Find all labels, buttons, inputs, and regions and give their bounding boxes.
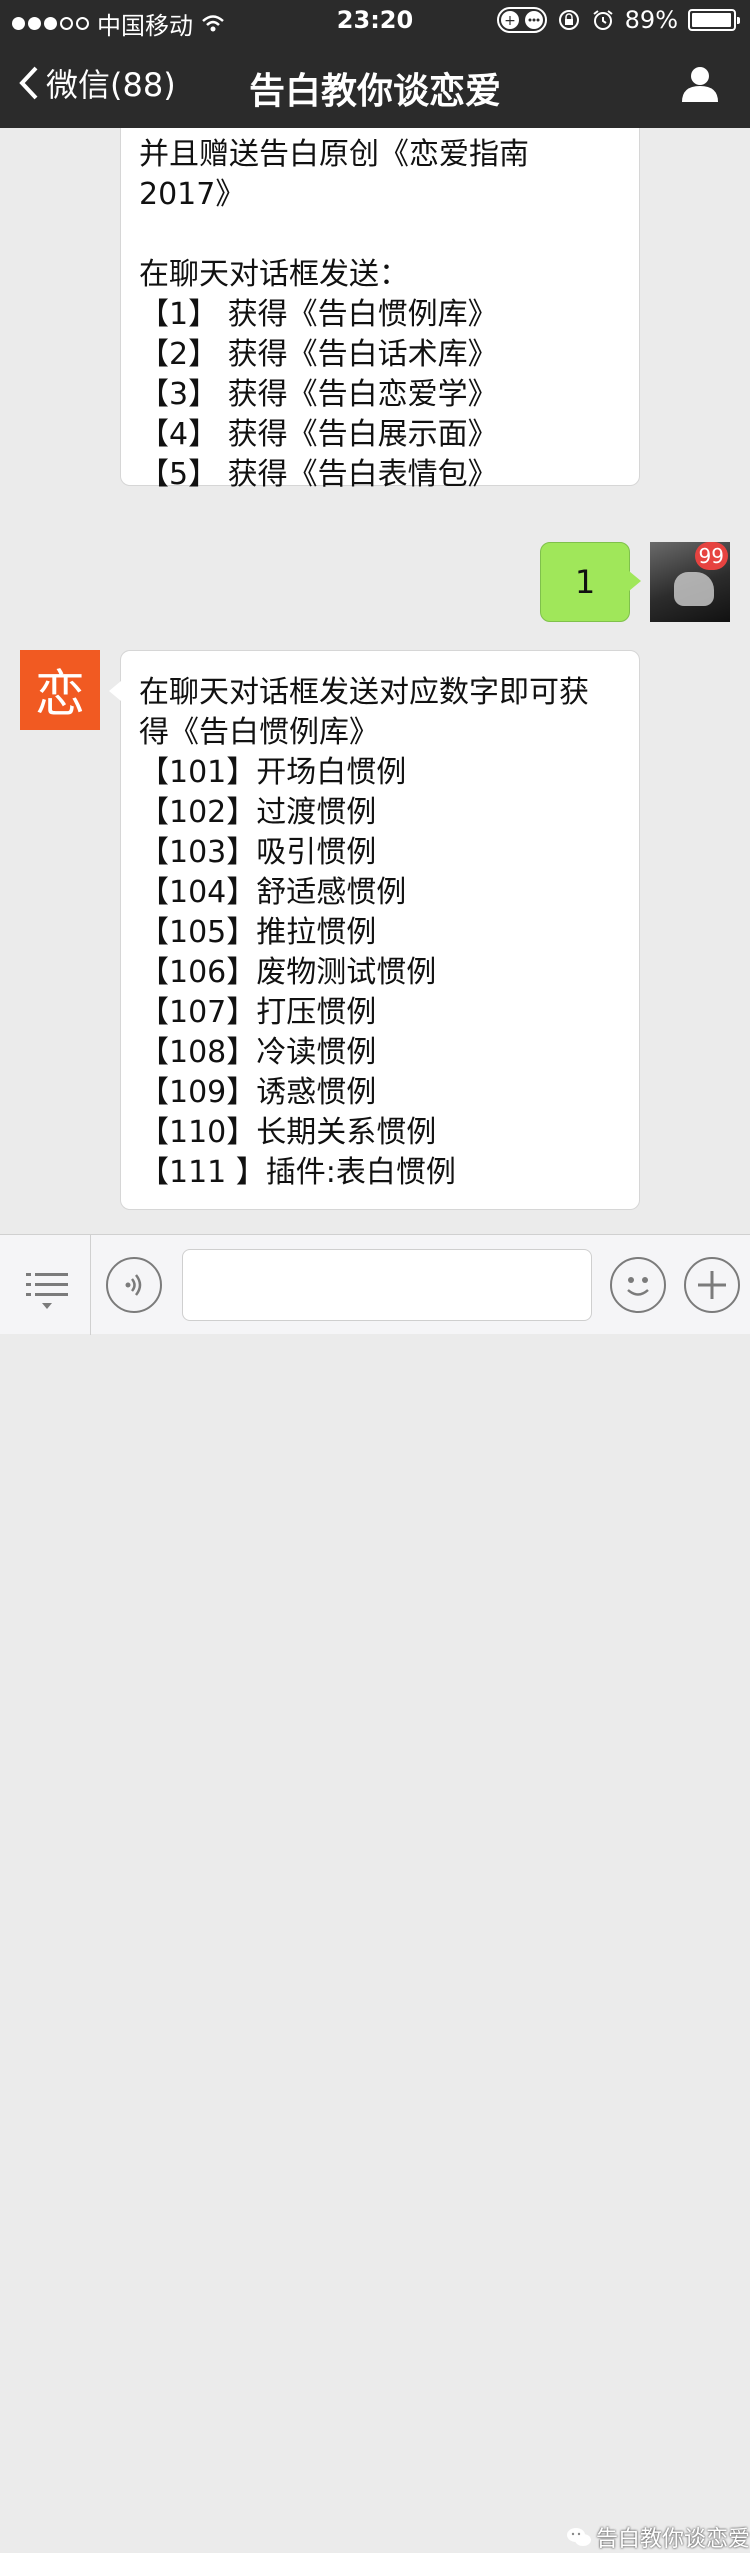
message-line: 【107】打压惯例	[139, 995, 377, 1030]
outgoing-message-bubble[interactable]: 1	[540, 542, 641, 622]
message-line: 并且赠送告白原创《恋爱指南	[139, 137, 529, 172]
emoji-button[interactable]	[610, 1257, 666, 1313]
wechat-logo-icon	[567, 2528, 591, 2546]
nav-bar: 微信(88) 告白教你谈恋爱	[0, 40, 750, 128]
plus-button[interactable]	[684, 1257, 740, 1313]
svg-text:+: +	[504, 13, 516, 29]
message-line: 【102】过渡惯例	[139, 795, 377, 830]
message-line: 在聊天对话框发送：	[139, 257, 409, 292]
message-line: 【1】 获得《告白惯例库》	[139, 297, 498, 332]
person-icon[interactable]	[680, 64, 720, 104]
incoming-message-bubble[interactable]: 并且赠送告白原创《恋爱指南 2017》在聊天对话框发送： 【1】 获得《告白惯例库》…	[120, 128, 640, 492]
battery-icon	[688, 9, 740, 31]
status-bar: 中国移动 23:20 + 89%	[0, 0, 750, 40]
battery-percent: 89%	[624, 6, 678, 34]
message-line: 2017》	[139, 177, 246, 212]
message-line: 【2】 获得《告白话术库》	[139, 337, 498, 372]
notification-badge: 99	[694, 542, 728, 570]
toolbar-divider	[90, 1235, 91, 1335]
message-line: 在聊天对话框发送对应数字即可获	[139, 675, 589, 710]
avatar-char: 恋	[35, 665, 85, 723]
chat-title: 告白教你谈恋爱	[248, 71, 501, 112]
official-account-avatar[interactable]: 恋	[20, 650, 100, 730]
incoming-message-bubble[interactable]: 在聊天对话框发送对应数字即可获 得《告白惯例库》 【101】开场白惯例 【102】过渡…	[109, 650, 640, 1210]
message-line: 【110】长期关系惯例	[139, 1115, 437, 1150]
alarm-icon	[593, 10, 613, 30]
plus-icon	[698, 1271, 726, 1299]
voice-button[interactable]	[106, 1257, 162, 1313]
message-line: 【103】吸引惯例	[139, 835, 377, 870]
message-line: 得《告白惯例库》	[139, 715, 379, 750]
emoji-icon	[627, 1277, 649, 1296]
message-line: 【106】废物测试惯例	[139, 955, 437, 990]
message-line: 【105】推拉惯例	[139, 915, 377, 950]
message-line: 【5】 获得《告白表情包》	[139, 457, 498, 492]
message-line: 【104】舒适感惯例	[139, 875, 407, 910]
rotation-lock-icon	[558, 10, 579, 30]
message-input[interactable]	[182, 1249, 592, 1321]
avatar-photo	[674, 572, 714, 606]
outgoing-message-text: 1	[574, 563, 596, 601]
user-avatar[interactable]: 99	[650, 542, 730, 622]
watermark-text: 告白教你谈恋爱	[596, 2527, 750, 2552]
voice-icon	[125, 1274, 142, 1296]
status-right: + 89%	[496, 6, 740, 34]
message-line: 【109】诱惑惯例	[139, 1075, 377, 1110]
message-line: 【108】冷读惯例	[139, 1035, 377, 1070]
watermark: 告白教你谈恋爱	[566, 2521, 750, 2553]
game-controller-icon: +	[496, 7, 547, 33]
input-toolbar: 告白教你谈恋爱	[0, 1234, 750, 2552]
message-line: 【111 】插件:表白惯例	[139, 1155, 456, 1190]
chat-area[interactable]: 并且赠送告白原创《恋爱指南 2017》在聊天对话框发送： 【1】 获得《告白惯例库》…	[0, 128, 750, 1234]
message-line: 【3】 获得《告白恋爱学》	[139, 377, 498, 412]
message-line: 【4】 获得《告白展示面》	[139, 417, 498, 452]
menu-list-icon[interactable]	[26, 1271, 68, 1311]
message-line	[139, 215, 621, 255]
message-line: 【101】开场白惯例	[139, 755, 407, 790]
